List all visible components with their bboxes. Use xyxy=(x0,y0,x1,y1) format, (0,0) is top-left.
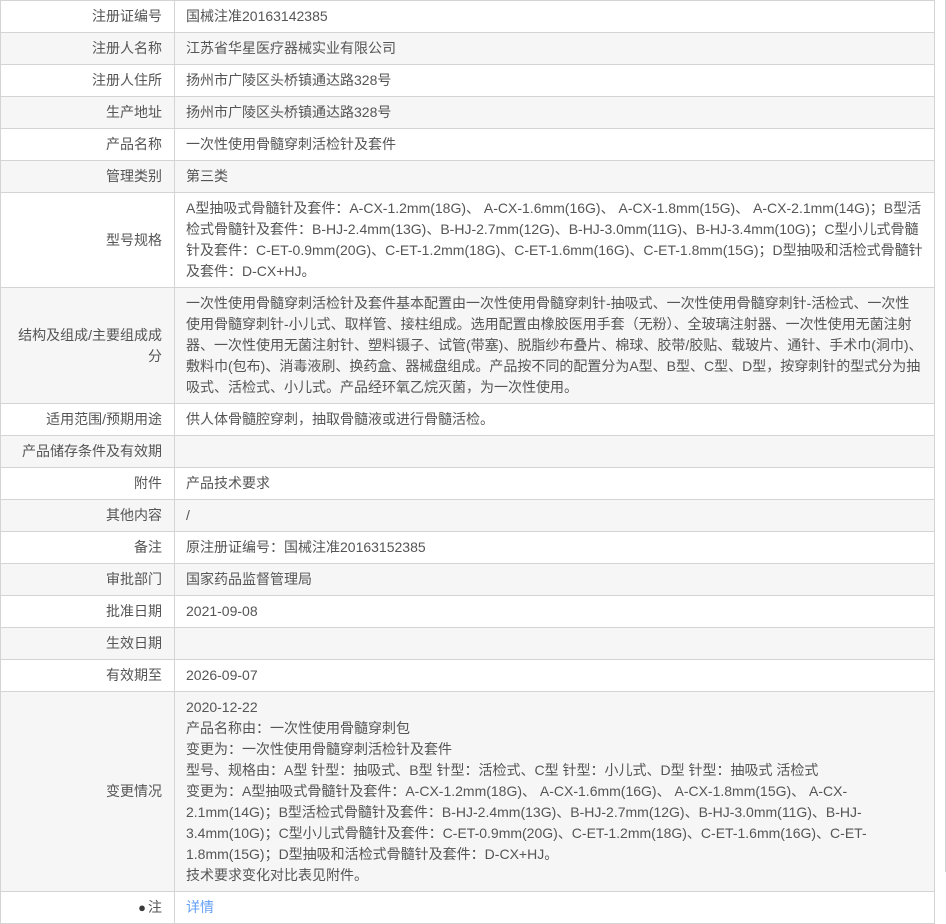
row-label: 结构及组成/主要组成成分 xyxy=(1,288,175,403)
row-label-text: 批准日期 xyxy=(106,603,162,619)
row-value: 江苏省华星医疗器械实业有限公司 xyxy=(186,40,396,56)
row-label-text: 产品名称 xyxy=(106,136,162,152)
row-label: 产品储存条件及有效期 xyxy=(1,436,175,467)
row-label: 有效期至 xyxy=(1,660,175,691)
row-label: 变更情况 xyxy=(1,692,175,891)
table-row: 有效期至 2026-09-07 xyxy=(1,660,934,692)
row-label: 注册证编号 xyxy=(1,1,175,32)
table-row: 产品名称 一次性使用骨髓穿刺活检针及套件 xyxy=(1,129,934,161)
row-label-text: 注 xyxy=(148,899,162,915)
row-label-text: 生产地址 xyxy=(106,104,162,120)
row-label: 备注 xyxy=(1,532,175,563)
row-label-text: 注册证编号 xyxy=(92,8,162,24)
row-label: 注册人住所 xyxy=(1,65,175,96)
row-label-text: 产品储存条件及有效期 xyxy=(22,443,162,459)
row-label-text: 注册人住所 xyxy=(92,72,162,88)
row-value: 2021-09-08 xyxy=(186,603,258,619)
row-value: 一次性使用骨髓穿刺活检针及套件 xyxy=(186,136,396,152)
row-value: 国家药品监督管理局 xyxy=(186,571,312,587)
table-row: 适用范围/预期用途 供人体骨髓腔穿刺，抽取骨髓液或进行骨髓活检。 xyxy=(1,404,934,436)
row-label-text: 管理类别 xyxy=(106,168,162,184)
table-row: 生产地址 扬州市广陵区头桥镇通达路328号 xyxy=(1,97,934,129)
row-value: 原注册证编号：国械注准20163152385 xyxy=(186,539,426,555)
table-row: 生效日期 xyxy=(1,628,934,660)
row-value: 产品技术要求 xyxy=(186,475,270,491)
row-label-text: 生效日期 xyxy=(106,635,162,651)
row-value: / xyxy=(186,507,190,523)
row-label-text: 注册人名称 xyxy=(92,40,162,56)
table-row: 其他内容 / xyxy=(1,500,934,532)
row-label: 产品名称 xyxy=(1,129,175,160)
page: 注册证编号 国械注准20163142385 注册人名称 江苏省华星医疗器械实业有… xyxy=(0,0,946,924)
row-label-text: 结构及组成/主要组成成分 xyxy=(18,326,162,364)
table-row: 附件 产品技术要求 xyxy=(1,468,934,500)
row-value: 第三类 xyxy=(186,168,228,184)
row-label: ● 注 xyxy=(1,892,175,923)
row-value: 一次性使用骨髓穿刺活检针及套件基本配置由一次性使用骨髓穿刺针-抽吸式、一次性使用… xyxy=(186,295,923,395)
row-label: 适用范围/预期用途 xyxy=(1,404,175,435)
row-label: 审批部门 xyxy=(1,564,175,595)
row-value: 扬州市广陵区头桥镇通达路328号 xyxy=(186,72,392,88)
row-value: 供人体骨髓腔穿刺，抽取骨髓液或进行骨髓活检。 xyxy=(186,411,494,427)
row-value: 2026-09-07 xyxy=(186,667,258,683)
details-link[interactable]: 详情 xyxy=(186,897,214,918)
row-label-text: 变更情况 xyxy=(106,783,162,799)
row-label-text: 审批部门 xyxy=(106,571,162,587)
row-value: 国械注准20163142385 xyxy=(186,8,328,24)
table-row: 型号规格 A型抽吸式骨髓针及套件：A-CX-1.2mm(18G)、 A-CX-1… xyxy=(1,193,934,288)
table-row: 变更情况 2020-12-22 产品名称由：一次性使用骨髓穿刺包 变更为：一次性… xyxy=(1,692,934,892)
row-label-text: 适用范围/预期用途 xyxy=(46,411,162,427)
table-row: 结构及组成/主要组成成分 一次性使用骨髓穿刺活检针及套件基本配置由一次性使用骨髓… xyxy=(1,288,934,404)
table-row: 产品储存条件及有效期 xyxy=(1,436,934,468)
table-row: 管理类别 第三类 xyxy=(1,161,934,193)
note-bubble-icon: ● xyxy=(138,900,146,915)
row-value xyxy=(175,628,934,659)
row-label: 生产地址 xyxy=(1,97,175,128)
row-value: 2020-12-22 产品名称由：一次性使用骨髓穿刺包 变更为：一次性使用骨髓穿… xyxy=(186,699,867,883)
row-value xyxy=(175,436,934,467)
row-label-text: 型号规格 xyxy=(106,231,162,248)
table-row: 注册证编号 国械注准20163142385 xyxy=(1,1,934,33)
table-row: 批准日期 2021-09-08 xyxy=(1,596,934,628)
row-label: 批准日期 xyxy=(1,596,175,627)
row-label: 生效日期 xyxy=(1,628,175,659)
table-row: 注册人住所 扬州市广陵区头桥镇通达路328号 xyxy=(1,65,934,97)
row-label: 管理类别 xyxy=(1,161,175,192)
row-label-text: 备注 xyxy=(134,539,162,555)
row-label: 型号规格 xyxy=(1,193,175,287)
row-label-text: 附件 xyxy=(134,475,162,491)
row-label: 注册人名称 xyxy=(1,33,175,64)
row-label-text: 其他内容 xyxy=(106,507,162,523)
row-value: 扬州市广陵区头桥镇通达路328号 xyxy=(186,104,392,120)
registration-table: 注册证编号 国械注准20163142385 注册人名称 江苏省华星医疗器械实业有… xyxy=(0,0,935,924)
table-row: 备注 原注册证编号：国械注准20163152385 xyxy=(1,532,934,564)
row-value: 详情 xyxy=(175,892,934,923)
row-label: 其他内容 xyxy=(1,500,175,531)
row-label-text: 有效期至 xyxy=(106,667,162,683)
row-value: A型抽吸式骨髓针及套件：A-CX-1.2mm(18G)、 A-CX-1.6mm(… xyxy=(186,200,923,279)
table-row: 注册人名称 江苏省华星医疗器械实业有限公司 xyxy=(1,33,934,65)
table-row: 审批部门 国家药品监督管理局 xyxy=(1,564,934,596)
table-row: ● 注 详情 xyxy=(1,892,934,924)
row-label: 附件 xyxy=(1,468,175,499)
